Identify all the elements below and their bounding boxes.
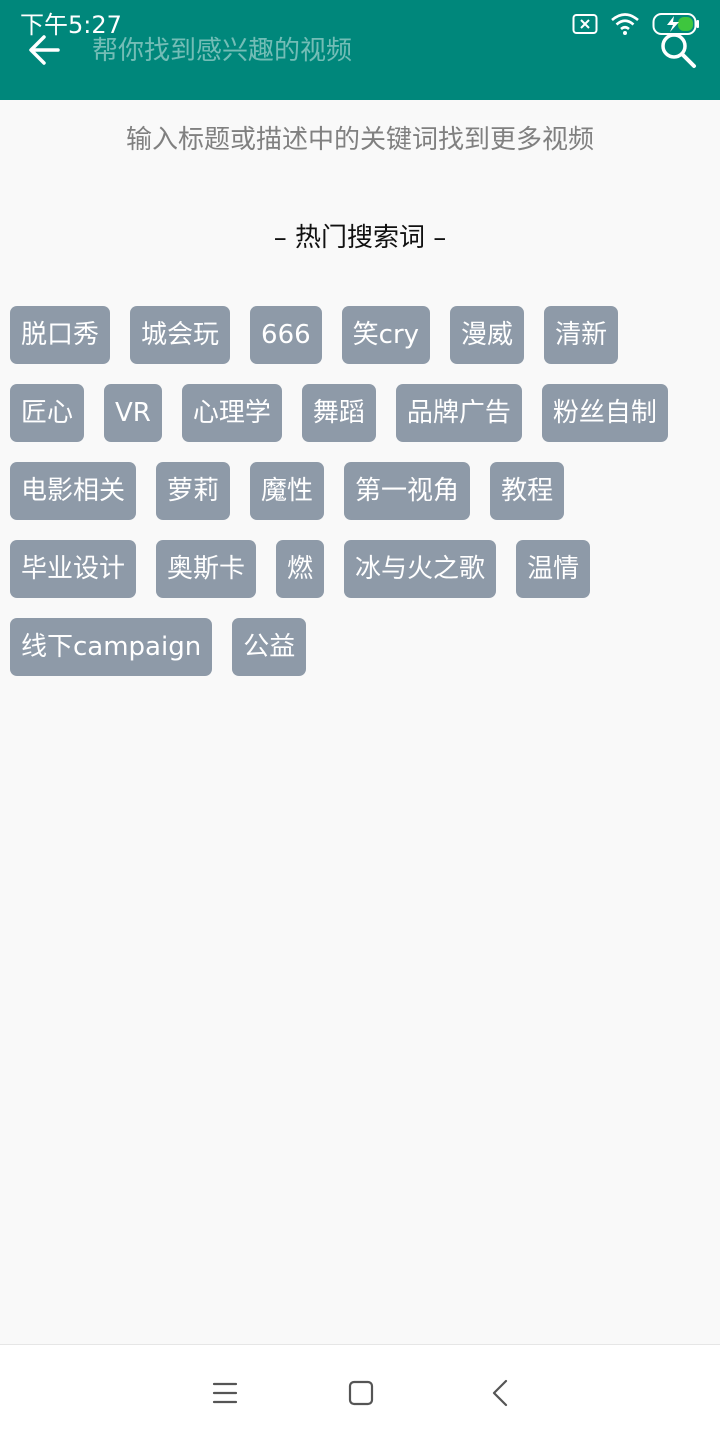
tag-brand-ads[interactable]: 品牌广告 — [395, 384, 522, 442]
tag-charity[interactable]: 公益 — [232, 618, 307, 676]
tag-tutorial[interactable]: 教程 — [490, 462, 565, 520]
tag-ice-and-fire[interactable]: 冰与火之歌 — [344, 540, 497, 598]
tag-movies[interactable]: 电影相关 — [10, 462, 137, 520]
home-button[interactable] — [337, 1369, 385, 1417]
tag-row-2: 匠心 VR 心理学 舞蹈 品牌广告 粉丝自制 — [10, 384, 668, 442]
search-icon — [661, 33, 696, 68]
tag-dance[interactable]: 舞蹈 — [301, 384, 376, 442]
tag-fan-made[interactable]: 粉丝自制 — [541, 384, 668, 442]
tag-first-person[interactable]: 第一视角 — [344, 462, 471, 520]
back-chevron-icon — [492, 1379, 508, 1407]
app-header: 下午5:27 — [0, 0, 720, 100]
tag-tuokouxiu[interactable]: 脱口秀 — [10, 306, 111, 364]
tag-qingxin[interactable]: 清新 — [544, 306, 619, 364]
system-nav-bar — [0, 1344, 720, 1441]
tag-row-3: 电影相关 萝莉 魔性 第一视角 教程 — [10, 462, 565, 520]
tag-xiaocry[interactable]: 笑cry — [341, 306, 431, 364]
tag-marvel[interactable]: 漫威 — [450, 306, 525, 364]
arrow-left-icon — [29, 35, 60, 65]
tag-666[interactable]: 666 — [250, 306, 322, 364]
tag-jiangxin[interactable]: 匠心 — [10, 384, 85, 442]
tag-oscar[interactable]: 奥斯卡 — [156, 540, 257, 598]
search-button[interactable] — [654, 26, 702, 74]
nav-back-button[interactable] — [476, 1369, 524, 1417]
tag-wenqing[interactable]: 温情 — [516, 540, 591, 598]
menu-icon — [212, 1382, 238, 1404]
back-button[interactable] — [20, 26, 68, 74]
tag-graduation-design[interactable]: 毕业设计 — [10, 540, 137, 598]
tag-row-5: 线下campaign 公益 — [10, 618, 307, 676]
tag-row-4: 毕业设计 奥斯卡 燃 冰与火之歌 温情 — [10, 540, 591, 598]
tag-loli[interactable]: 萝莉 — [156, 462, 231, 520]
tag-psychology[interactable]: 心理学 — [181, 384, 282, 442]
menu-button[interactable] — [201, 1369, 249, 1417]
search-input[interactable] — [92, 28, 632, 74]
search-hint: 输入标题或描述中的关键词找到更多视频 — [125, 125, 594, 155]
tag-moxing[interactable]: 魔性 — [250, 462, 325, 520]
home-square-icon — [348, 1380, 374, 1406]
tag-vr[interactable]: VR — [104, 384, 162, 442]
tag-chenghuiwan[interactable]: 城会玩 — [130, 306, 231, 364]
tag-offline-campaign[interactable]: 线下campaign — [10, 618, 213, 676]
hot-search-title: – 热门搜索词 – — [273, 223, 447, 253]
tag-row-1: 脱口秀 城会玩 666 笑cry 漫威 清新 — [10, 306, 619, 364]
tag-ran[interactable]: 燃 — [276, 540, 325, 598]
